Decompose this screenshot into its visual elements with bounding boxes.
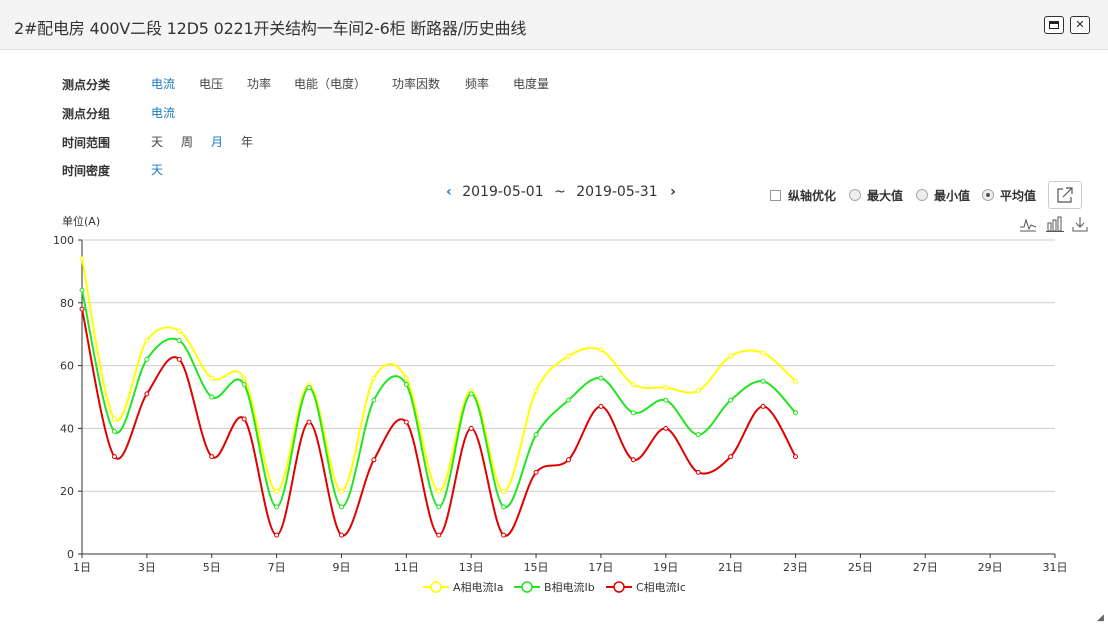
data-point (630, 410, 636, 416)
data-point (209, 375, 215, 381)
data-point (176, 337, 182, 343)
data-point (79, 256, 85, 262)
data-point (436, 488, 442, 494)
legend-marker (430, 581, 442, 593)
data-point (663, 425, 669, 431)
data-point (566, 397, 571, 403)
x-tick-label: 1日 (73, 561, 91, 574)
data-point (695, 432, 701, 438)
x-tick-label: 7日 (268, 561, 286, 574)
data-point (338, 504, 344, 510)
data-point (663, 385, 669, 391)
data-point (338, 488, 344, 494)
data-point (306, 385, 312, 391)
data-point (793, 454, 799, 460)
y-tick-label: 100 (53, 234, 74, 247)
current-history-chart: 0 20 40 60 80 100 1日 3日 5日 7日 9日 11日 13日 15日 17日 19日 21日… (53, 234, 1068, 594)
data-point (760, 403, 766, 409)
data-point (176, 328, 182, 334)
data-point (436, 532, 442, 538)
legend-label: C相电流Ic (636, 580, 686, 594)
x-tick-label: 11日 (394, 561, 419, 574)
x-tick-label: 29日 (978, 561, 1003, 574)
data-point (533, 432, 539, 438)
data-point (79, 306, 85, 312)
data-point (760, 378, 766, 384)
data-point (663, 397, 669, 403)
data-point (468, 425, 474, 431)
data-point (630, 381, 636, 387)
x-tick-label: 13日 (459, 561, 484, 574)
resize-handle-icon[interactable]: ◢ (1097, 613, 1104, 623)
x-tick-label: 15日 (524, 561, 549, 574)
data-point (111, 429, 117, 435)
y-tick-label: 20 (60, 485, 74, 498)
data-point (793, 410, 799, 416)
data-point (598, 403, 604, 409)
legend-label: B相电流Ib (544, 580, 595, 594)
data-point (144, 356, 150, 362)
data-point (241, 375, 247, 381)
x-tick-label: 23日 (783, 561, 808, 574)
data-point (566, 353, 571, 359)
data-point (403, 419, 409, 425)
data-point (436, 504, 442, 510)
data-point (274, 532, 280, 538)
data-point (111, 454, 117, 460)
data-point (695, 469, 701, 475)
data-point (728, 454, 734, 460)
x-tick-label: 3日 (138, 561, 156, 574)
data-point (501, 504, 507, 510)
x-tick-label: 9日 (332, 561, 350, 574)
y-tick-label: 40 (60, 422, 74, 435)
data-point (274, 504, 280, 510)
data-point (241, 381, 247, 387)
data-point (111, 416, 117, 422)
series-line-1 (81, 258, 797, 493)
legend-marker (521, 581, 533, 593)
data-point (501, 532, 507, 538)
x-tick-label: 19日 (653, 561, 678, 574)
legend-label: A相电流Ia (453, 580, 504, 594)
data-point (403, 381, 409, 387)
data-point (566, 457, 571, 463)
data-point (760, 350, 766, 356)
data-point (728, 397, 734, 403)
data-point (468, 391, 474, 397)
y-tick-label: 80 (60, 297, 74, 310)
legend-marker (613, 581, 625, 593)
data-point (144, 337, 150, 343)
data-point (241, 416, 247, 422)
data-point (306, 419, 312, 425)
y-tick-label: 60 (60, 360, 74, 373)
data-point (695, 388, 701, 394)
y-tick-label: 0 (67, 548, 74, 561)
series-line-2 (81, 290, 797, 509)
data-point (598, 375, 604, 381)
data-point (630, 457, 636, 463)
data-point (209, 394, 215, 400)
x-tick-label: 5日 (203, 561, 221, 574)
x-tick-label: 25日 (848, 561, 873, 574)
data-point (209, 454, 215, 460)
data-point (371, 457, 377, 463)
data-point (533, 388, 539, 394)
data-point (79, 287, 85, 293)
data-point (338, 532, 344, 538)
data-point (371, 397, 377, 403)
data-point (501, 488, 507, 494)
x-tick-label: 27日 (913, 561, 938, 574)
data-point (403, 375, 409, 381)
data-point (598, 347, 604, 353)
data-point (533, 469, 539, 475)
data-point (144, 391, 150, 397)
data-point (274, 488, 280, 494)
x-tick-label: 17日 (588, 561, 613, 574)
data-point (371, 375, 377, 381)
x-tick-label: 31日 (1043, 561, 1068, 574)
data-point (728, 353, 734, 359)
data-point (176, 356, 182, 362)
x-tick-label: 21日 (718, 561, 743, 574)
data-point (793, 378, 799, 384)
